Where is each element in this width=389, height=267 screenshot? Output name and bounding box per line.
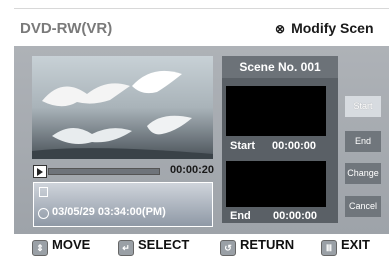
change-button[interactable]: Change xyxy=(345,163,381,184)
info-box: 03/05/29 03:34:00(PM) xyxy=(33,182,213,227)
start-button[interactable]: Start xyxy=(345,96,381,117)
document-icon xyxy=(39,187,48,197)
start-time: 00:00:00 xyxy=(272,140,317,152)
return-label: RETURN xyxy=(240,237,295,252)
end-button[interactable]: End xyxy=(345,131,381,152)
page-title-text: Modify Scen xyxy=(291,20,374,36)
elapsed-time: 00:00:20 xyxy=(170,164,215,176)
page-title: ⊗ Modify Scen xyxy=(275,20,374,36)
clock-icon xyxy=(38,208,49,219)
disc-icon: ⊗ xyxy=(275,22,286,36)
start-label: Start xyxy=(230,140,256,152)
seagulls-image xyxy=(32,56,213,159)
progress-bar[interactable] xyxy=(48,168,160,175)
end-time: 00:00:00 xyxy=(273,210,318,222)
select-label: SELECT xyxy=(138,237,190,252)
play-button[interactable] xyxy=(33,165,47,178)
updown-icon: ⇕ xyxy=(32,240,48,256)
return-hint: ↺ RETURN xyxy=(220,237,295,256)
recording-datetime: 03/05/29 03:34:00(PM) xyxy=(52,206,166,218)
end-thumbnail xyxy=(226,161,326,207)
select-hint: ↵ SELECT xyxy=(118,237,190,256)
play-icon xyxy=(37,168,43,176)
exit-hint: Ⅲ EXIT xyxy=(321,237,370,256)
scene-title: Scene No. 001 xyxy=(239,60,321,74)
exit-label: EXIT xyxy=(341,237,370,252)
return-icon: ↺ xyxy=(220,240,236,256)
source-title: DVD-RW(VR) xyxy=(20,20,113,37)
start-thumbnail xyxy=(226,86,326,136)
exit-icon: Ⅲ xyxy=(321,240,337,256)
cancel-button[interactable]: Cancel xyxy=(345,196,381,217)
move-hint: ⇕ MOVE xyxy=(32,237,91,256)
enter-icon: ↵ xyxy=(118,240,134,256)
move-label: MOVE xyxy=(52,237,91,252)
end-label: End xyxy=(230,210,251,222)
video-preview xyxy=(32,56,213,159)
